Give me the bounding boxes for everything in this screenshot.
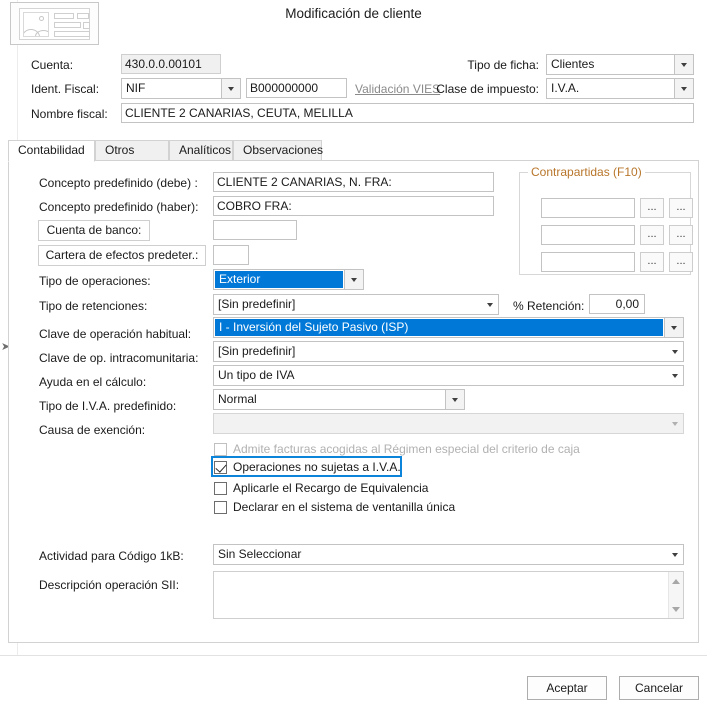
checkbox-label-ventanilla-unica: Declarar en el sistema de ventanilla úni… xyxy=(233,500,456,514)
chevron-down-icon xyxy=(666,342,683,361)
chevron-down-icon xyxy=(445,390,464,409)
tipo-iva-select[interactable]: Normal xyxy=(213,389,465,410)
checkbox-operaciones-no-sujetas[interactable] xyxy=(214,460,227,474)
tab-otros-datos[interactable]: Otros datos xyxy=(95,140,169,176)
contrapartidas-group: Contrapartidas (F10) ... ... ... ... ...… xyxy=(519,165,693,275)
descripcion-sii-scrollbar[interactable] xyxy=(668,572,683,618)
contrapartida-browse-2b[interactable]: ... xyxy=(669,225,693,245)
accept-button[interactable]: Aceptar xyxy=(527,676,607,700)
contrapartida-input-2[interactable] xyxy=(541,225,635,245)
chevron-down-icon xyxy=(666,366,683,385)
actividad-label: Actividad para Código 1kB: xyxy=(39,549,184,563)
tipo-operaciones-label: Tipo de operaciones: xyxy=(39,274,151,288)
checkbox-ventanilla-unica[interactable] xyxy=(214,500,227,514)
clave-operacion-label: Clave de operación habitual: xyxy=(39,327,192,341)
concepto-debe-input[interactable]: CLIENTE 2 CANARIAS, N. FRA: xyxy=(213,172,494,192)
cuenta-de-banco-input[interactable] xyxy=(213,220,297,240)
ident-fiscal-type-select[interactable]: NIF xyxy=(121,78,241,99)
cuenta-value: 430.0.0.00101 xyxy=(121,54,221,74)
clase-impuesto-label: Clase de impuesto: xyxy=(436,82,539,96)
checkbox-row-criterio-caja[interactable]: Admite facturas acogidas al Régimen espe… xyxy=(214,442,580,456)
contrapartida-browse-3b[interactable]: ... xyxy=(669,252,693,272)
cancel-button[interactable]: Cancelar xyxy=(619,676,699,700)
clave-operacion-value: I - Inversión del Sujeto Pasivo (ISP) xyxy=(215,319,663,336)
chevron-down-icon xyxy=(344,270,363,289)
actividad-select[interactable]: Sin Seleccionar xyxy=(213,544,684,565)
concepto-haber-input[interactable]: COBRO FRA: xyxy=(213,196,494,216)
contrapartida-browse-3a[interactable]: ... xyxy=(640,252,664,272)
clave-intracomunitaria-value: [Sin predefinir] xyxy=(218,344,296,358)
tab-analiticos[interactable]: Analíticos xyxy=(169,140,233,161)
contrapartidas-title: Contrapartidas (F10) xyxy=(528,165,645,179)
tipo-iva-label: Tipo de I.V.A. predefinido: xyxy=(39,399,177,413)
checkbox-recargo-equivalencia[interactable] xyxy=(214,481,227,495)
footer-divider xyxy=(0,655,707,656)
actividad-value: Sin Seleccionar xyxy=(218,547,302,561)
checkbox-criterio-caja[interactable] xyxy=(214,442,227,456)
nombre-fiscal-input[interactable]: CLIENTE 2 CANARIAS, CEUTA, MELILLA xyxy=(121,103,694,123)
concepto-debe-label: Concepto predefinido (debe) : xyxy=(39,176,198,190)
checkbox-label-operaciones-no-sujetas: Operaciones no sujetas a I.V.A. xyxy=(233,460,401,474)
ayuda-calculo-label: Ayuda en el cálculo: xyxy=(39,375,147,389)
checkbox-row-recargo-equivalencia[interactable]: Aplicarle el Recargo de Equivalencia xyxy=(214,481,428,495)
chevron-down-icon xyxy=(481,295,498,314)
cartera-efectos-button[interactable]: Cartera de efectos predeter.: xyxy=(38,245,206,266)
tipo-operaciones-select[interactable]: Exterior xyxy=(213,269,364,290)
ident-fiscal-type-value: NIF xyxy=(126,81,146,95)
checkbox-row-ventanilla-unica[interactable]: Declarar en el sistema de ventanilla úni… xyxy=(214,500,455,514)
clave-operacion-select[interactable]: I - Inversión del Sujeto Pasivo (ISP) xyxy=(213,317,684,338)
descripcion-sii-textarea[interactable] xyxy=(213,571,684,619)
causa-exencion-label: Causa de exención: xyxy=(39,423,146,437)
cartera-efectos-input[interactable] xyxy=(213,245,249,265)
ayuda-calculo-select[interactable]: Un tipo de IVA xyxy=(213,365,684,386)
scroll-up-icon[interactable] xyxy=(669,574,683,588)
tipo-retenciones-value: [Sin predefinir] xyxy=(218,297,296,311)
chevron-down-icon xyxy=(664,318,683,337)
clase-impuesto-value: I.V.A. xyxy=(551,81,580,95)
retencion-input[interactable]: 0,00 xyxy=(589,294,645,314)
chevron-down-icon xyxy=(221,79,240,98)
contrapartida-browse-1b[interactable]: ... xyxy=(669,198,693,218)
contrapartida-browse-1a[interactable]: ... xyxy=(640,198,664,218)
clase-impuesto-select[interactable]: I.V.A. xyxy=(546,78,694,99)
tab-strip: Contabilidad Otros datos Analíticos Obse… xyxy=(8,140,699,176)
ident-fiscal-label: Ident. Fiscal: xyxy=(31,82,100,96)
contrapartida-input-1[interactable] xyxy=(541,198,635,218)
contrapartida-input-3[interactable] xyxy=(541,252,635,272)
checkbox-label-criterio-caja: Admite facturas acogidas al Régimen espe… xyxy=(233,442,580,456)
tipo-operaciones-value: Exterior xyxy=(215,271,343,288)
chevron-down-icon xyxy=(666,545,683,564)
chevron-down-icon xyxy=(674,79,693,98)
clave-intracomunitaria-select[interactable]: [Sin predefinir] xyxy=(213,341,684,362)
tab-observaciones[interactable]: Observaciones xyxy=(233,140,323,161)
contrapartida-browse-2a[interactable]: ... xyxy=(640,225,664,245)
ayuda-calculo-value: Un tipo de IVA xyxy=(218,368,295,382)
causa-exencion-select xyxy=(213,413,684,434)
descripcion-sii-label: Descripción operación SII: xyxy=(39,578,180,592)
modificacion-cliente-dialog: ➤ Modificación de cliente Cuenta: 430.0.… xyxy=(0,0,707,703)
scroll-down-icon[interactable] xyxy=(669,602,683,616)
tipo-retenciones-select[interactable]: [Sin predefinir] xyxy=(213,294,499,315)
tab-contabilidad[interactable]: Contabilidad xyxy=(8,140,95,162)
tipo-ficha-value: Clientes xyxy=(551,57,595,71)
ident-fiscal-input[interactable]: B000000000 xyxy=(246,78,347,98)
cuenta-label: Cuenta: xyxy=(31,58,74,72)
cuenta-de-banco-button[interactable]: Cuenta de banco: xyxy=(38,220,150,241)
checkbox-label-recargo-equivalencia: Aplicarle el Recargo de Equivalencia xyxy=(233,481,429,495)
checkbox-row-operaciones-no-sujetas[interactable]: Operaciones no sujetas a I.V.A. xyxy=(214,460,401,474)
chevron-down-icon xyxy=(674,55,693,74)
tipo-ficha-label: Tipo de ficha: xyxy=(467,58,539,72)
chevron-down-icon xyxy=(666,414,683,433)
causa-exencion-value xyxy=(214,414,666,433)
retencion-label: % Retención: xyxy=(513,299,585,313)
descripcion-sii-value[interactable] xyxy=(214,572,668,618)
concepto-haber-label: Concepto predefinido (haber): xyxy=(39,200,199,214)
tipo-retenciones-label: Tipo de retenciones: xyxy=(39,299,148,313)
clave-intracomunitaria-label: Clave de op. intracomunitaria: xyxy=(39,351,199,365)
tipo-ficha-select[interactable]: Clientes xyxy=(546,54,694,75)
tipo-iva-value: Normal xyxy=(218,392,257,406)
nombre-fiscal-label: Nombre fiscal: xyxy=(31,107,108,121)
window-title: Modificación de cliente xyxy=(285,6,422,21)
